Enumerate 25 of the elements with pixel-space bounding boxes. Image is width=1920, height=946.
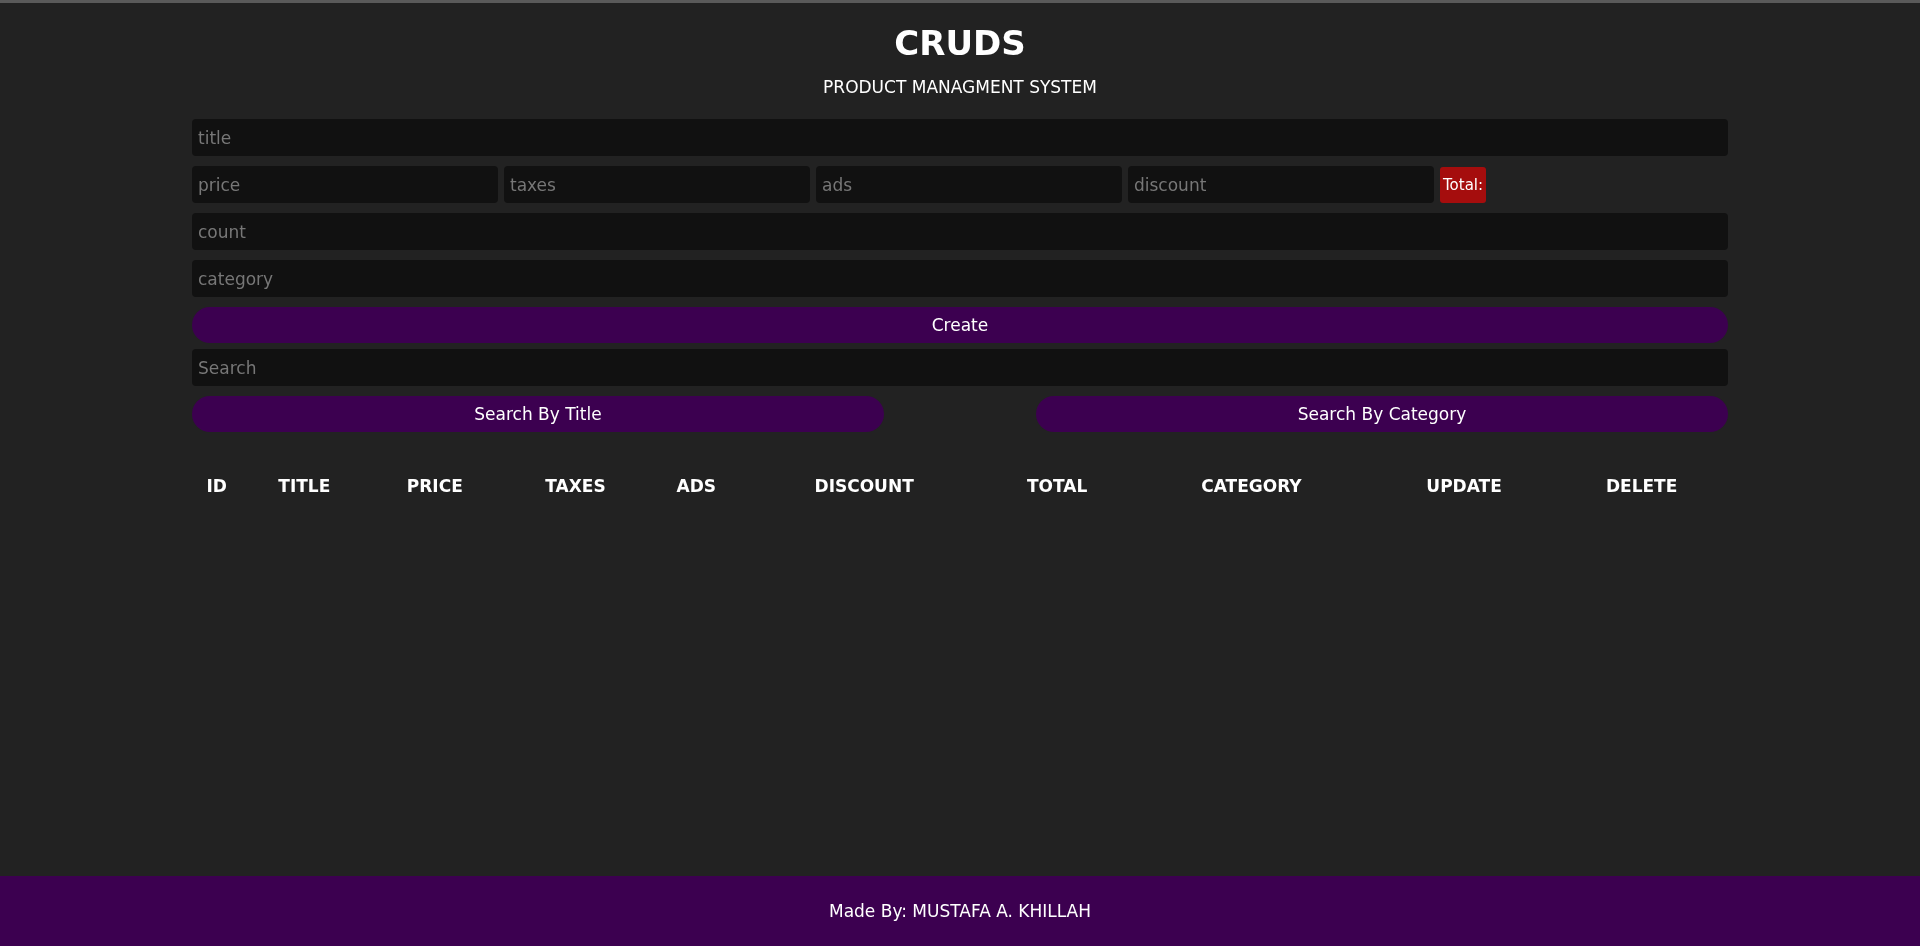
search-button[interactable]: Search By Category <box>1036 396 1728 432</box>
create-button[interactable]: Create <box>192 307 1728 343</box>
search-field[interactable]: Search <box>192 349 1728 386</box>
column-header: TAXES <box>544 475 607 498</box>
column-header: PRICE <box>405 475 464 498</box>
column-header: TOTAL <box>1025 475 1089 498</box>
price-field[interactable]: taxes <box>504 166 810 203</box>
page-subtitle: PRODUCT MANAGMENT SYSTEM <box>823 77 1097 97</box>
category-field[interactable]: category <box>192 260 1728 297</box>
column-header: ID <box>205 475 228 498</box>
count-field[interactable]: count <box>192 213 1728 250</box>
price-field[interactable]: discount <box>1128 166 1434 203</box>
price-field[interactable]: price <box>192 166 498 203</box>
column-header: UPDATE <box>1425 475 1503 498</box>
column-header: CATEGORY <box>1200 475 1303 498</box>
column-header: DELETE <box>1604 475 1679 498</box>
title-field[interactable]: title <box>192 119 1728 156</box>
column-header: ADS <box>675 475 718 498</box>
column-header: DISCOUNT <box>813 475 915 498</box>
price-field[interactable]: ads <box>816 166 1122 203</box>
column-header: TITLE <box>277 475 332 498</box>
search-button[interactable]: Search By Title <box>192 396 884 432</box>
footer-credit: Made By: MUSTAFA A. KHILLAH <box>829 901 1091 921</box>
page-title: CRUDS <box>894 23 1026 63</box>
total-badge: Total: <box>1440 166 1487 203</box>
